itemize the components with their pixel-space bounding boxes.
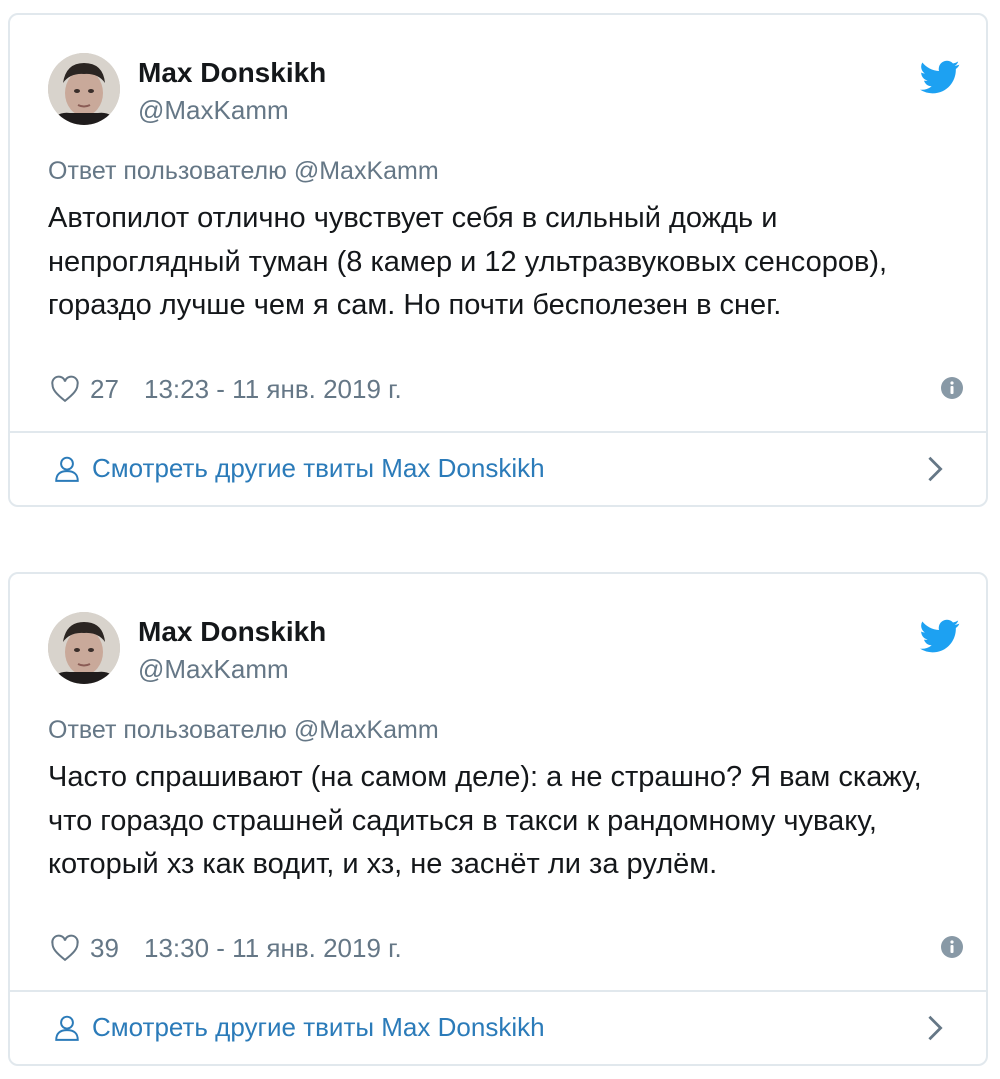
author-name[interactable]: Max Donskikh <box>138 616 326 648</box>
info-icon[interactable] <box>940 376 964 400</box>
more-tweets-link[interactable]: Смотреть другие твиты Max Donskikh <box>10 433 986 505</box>
info-icon[interactable] <box>940 935 964 959</box>
timestamp[interactable]: 13:23 - 11 янв. 2019 г. <box>144 374 402 405</box>
like-count[interactable]: 27 <box>90 374 119 405</box>
chevron-right-icon[interactable] <box>926 1014 944 1042</box>
author-name[interactable]: Max Donskikh <box>138 57 326 89</box>
more-tweets-label[interactable]: Смотреть другие твиты Max Donskikh <box>92 1012 545 1043</box>
tweet-card[interactable]: Max Donskikh @MaxKamm Ответ пользователю… <box>8 13 988 507</box>
heart-icon[interactable] <box>50 934 80 962</box>
tweet-meta: 39 13:30 - 11 янв. 2019 г. <box>48 932 963 968</box>
person-icon <box>55 456 79 482</box>
person-icon <box>55 1015 79 1041</box>
heart-icon[interactable] <box>50 375 80 403</box>
chevron-right-icon[interactable] <box>926 455 944 483</box>
tweet-header: Max Donskikh @MaxKamm <box>48 612 960 688</box>
tweet-text: Часто спрашивают (на самом деле): а не с… <box>48 761 922 880</box>
reply-to-label: Ответ пользователю @MaxKamm <box>48 157 439 185</box>
reply-to-label: Ответ пользователю @MaxKamm <box>48 716 439 744</box>
more-tweets-label[interactable]: Смотреть другие твиты Max Donskikh <box>92 453 545 484</box>
more-tweets-link[interactable]: Смотреть другие твиты Max Donskikh <box>10 992 986 1064</box>
like-count[interactable]: 39 <box>90 933 119 964</box>
tweet-card[interactable]: Max Donskikh @MaxKamm Ответ пользователю… <box>8 572 988 1066</box>
tweet-header: Max Donskikh @MaxKamm <box>48 53 960 129</box>
tweet-text: Автопилот отлично чувствует себя в сильн… <box>48 202 888 321</box>
twitter-bird-icon[interactable] <box>920 616 960 656</box>
timestamp[interactable]: 13:30 - 11 янв. 2019 г. <box>144 933 402 964</box>
author-handle[interactable]: @MaxKamm <box>138 654 289 685</box>
avatar[interactable] <box>48 612 120 684</box>
twitter-bird-icon[interactable] <box>920 57 960 97</box>
author-handle[interactable]: @MaxKamm <box>138 95 289 126</box>
tweet-meta: 27 13:23 - 11 янв. 2019 г. <box>48 373 963 409</box>
avatar[interactable] <box>48 53 120 125</box>
